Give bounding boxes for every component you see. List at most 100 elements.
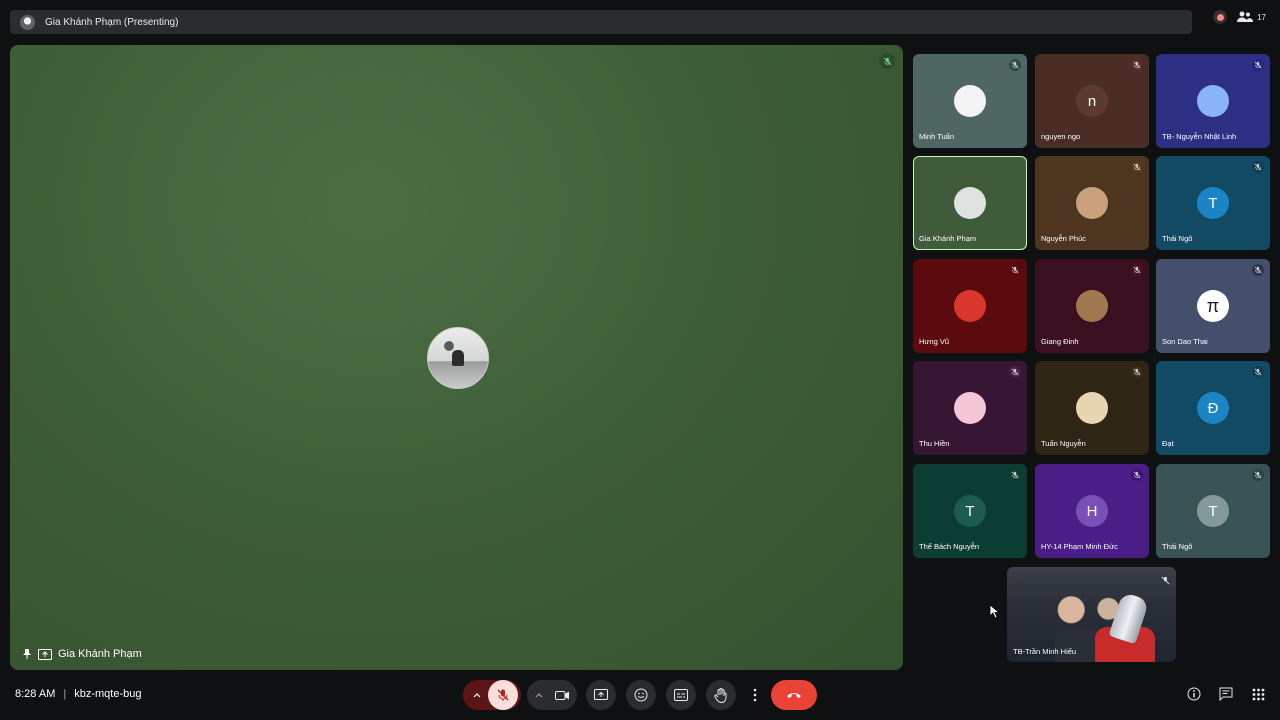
mic-off-icon [883, 57, 891, 65]
participant-tile[interactable]: TB- Nguyễn Nhật Linh [1156, 54, 1270, 148]
present-button[interactable] [586, 680, 616, 710]
mic-toggle-button[interactable] [488, 680, 518, 710]
participant-tile[interactable]: Giang Đinh [1035, 259, 1149, 353]
present-screen-icon [594, 689, 608, 700]
participant-tile[interactable]: Nguyễn Phúc [1035, 156, 1149, 250]
mic-off-icon [1009, 59, 1021, 71]
mic-off-icon [497, 689, 509, 701]
more-vert-icon [753, 688, 757, 702]
presenter-name: Gia Khánh Phạm [58, 648, 142, 660]
hand-icon [714, 687, 727, 703]
chat-button[interactable] [1218, 686, 1234, 702]
participant-tile[interactable]: Hưng Vũ [913, 259, 1027, 353]
participants-button[interactable]: 17 [1237, 10, 1266, 24]
participant-name: Thái Ngô [1162, 542, 1193, 551]
stage-audio-indicator [879, 53, 895, 69]
participant-name: Hưng Vũ [919, 337, 950, 346]
participant-tile[interactable]: T Thế Bách Nguyễn [913, 464, 1027, 558]
participant-tile[interactable]: Thu Hiền [913, 361, 1027, 455]
meeting-code[interactable]: kbz-mqte-bug [74, 688, 141, 700]
recording-icon[interactable] [1213, 10, 1228, 24]
participant-avatar: π [1197, 290, 1229, 322]
mic-off-icon [1131, 161, 1143, 173]
meeting-details-button[interactable] [1186, 686, 1202, 702]
participant-tile[interactable]: T Thái Ngô [1156, 464, 1270, 558]
participant-name: HY-14 Phạm Minh Đức [1041, 542, 1118, 551]
mic-off-icon [1252, 469, 1264, 481]
end-call-icon [787, 693, 801, 698]
people-icon [1237, 11, 1254, 22]
camera-options-button[interactable] [529, 692, 549, 698]
participant-avatar [1076, 392, 1108, 424]
participant-name: Thái Ngô [1162, 234, 1193, 243]
presenter-stage[interactable]: Gia Khánh Phạm [10, 45, 903, 670]
participant-name: Nguyễn Phúc [1041, 234, 1087, 243]
participant-name: Thu Hiền [919, 439, 950, 448]
participant-tile[interactable]: T Thái Ngô [1156, 156, 1270, 250]
participant-name: TB- Nguyễn Nhật Linh [1162, 132, 1237, 141]
mic-off-icon [1252, 366, 1264, 378]
participant-avatar [954, 290, 986, 322]
participant-avatar: T [1197, 187, 1229, 219]
participant-name: nguyen ngo [1041, 132, 1081, 141]
participant-avatar [954, 392, 986, 424]
clock-time: 8:28 AM [15, 688, 56, 700]
participant-tile[interactable]: Minh Tuấn [913, 54, 1027, 148]
more-options-button[interactable] [743, 680, 767, 710]
camera-toggle-button[interactable] [549, 690, 575, 701]
participant-name: Giang Đinh [1041, 337, 1079, 346]
participant-avatar: T [1197, 495, 1229, 527]
chevron-up-icon [473, 693, 481, 698]
chevron-up-icon [535, 693, 543, 698]
participant-avatar [954, 187, 986, 219]
top-right-controls: 17 [1213, 10, 1266, 24]
participant-avatar: H [1076, 495, 1108, 527]
participant-tile[interactable]: Đ Đạt [1156, 361, 1270, 455]
mic-off-icon [1009, 366, 1021, 378]
mic-off-icon [1131, 264, 1143, 276]
participant-avatar: n [1076, 85, 1108, 117]
reactions-button[interactable] [626, 680, 656, 710]
presenter-avatar [427, 327, 489, 389]
presenting-title: Gia Khánh Phạm (Presenting) [45, 16, 179, 28]
participant-avatar [1076, 290, 1108, 322]
participant-count: 17 [1257, 12, 1266, 22]
apps-grid-icon [1252, 688, 1264, 700]
mic-off-icon [1161, 572, 1170, 590]
participant-tile[interactable]: Tuấn Nguyễn [1035, 361, 1149, 455]
camera-group [527, 680, 577, 710]
captions-icon [674, 689, 688, 701]
participant-tile[interactable]: n nguyen ngo [1035, 54, 1149, 148]
raise-hand-button[interactable] [706, 680, 736, 710]
self-view-tile[interactable]: TB-Trần Minh Hiếu [1007, 567, 1176, 662]
participant-avatar [1076, 187, 1108, 219]
meeting-info: 8:28 AM | kbz-mqte-bug [15, 688, 141, 700]
present-screen-icon [38, 648, 52, 660]
participant-tile[interactable]: H HY-14 Phạm Minh Đức [1035, 464, 1149, 558]
mic-off-icon [1252, 59, 1264, 71]
participant-tile[interactable]: π Son Dao Thai [1156, 259, 1270, 353]
participant-tile[interactable]: Gia Khánh Phạm [913, 156, 1027, 250]
mic-off-icon [1009, 264, 1021, 276]
mouse-cursor-icon [989, 604, 999, 619]
leave-call-button[interactable] [771, 680, 817, 710]
stage-name-label: Gia Khánh Phạm [22, 648, 142, 660]
emoji-icon [634, 688, 648, 702]
mic-off-icon [1131, 59, 1143, 71]
chat-icon [1219, 687, 1233, 701]
presenter-avatar-small [20, 14, 35, 30]
participant-name: Đạt [1162, 439, 1174, 448]
participant-name: Son Dao Thai [1162, 337, 1208, 346]
mic-off-icon [1252, 264, 1264, 276]
participant-avatar [954, 85, 986, 117]
mic-off-icon [1131, 366, 1143, 378]
participant-avatar [1197, 85, 1229, 117]
mic-options-button[interactable] [466, 692, 488, 698]
mic-off-icon [1009, 469, 1021, 481]
participant-avatar: Đ [1197, 392, 1229, 424]
activities-button[interactable] [1250, 686, 1266, 702]
pin-icon[interactable] [22, 648, 32, 660]
captions-button[interactable] [666, 680, 696, 710]
side-panel-buttons [1186, 686, 1266, 702]
info-icon [1187, 687, 1201, 701]
